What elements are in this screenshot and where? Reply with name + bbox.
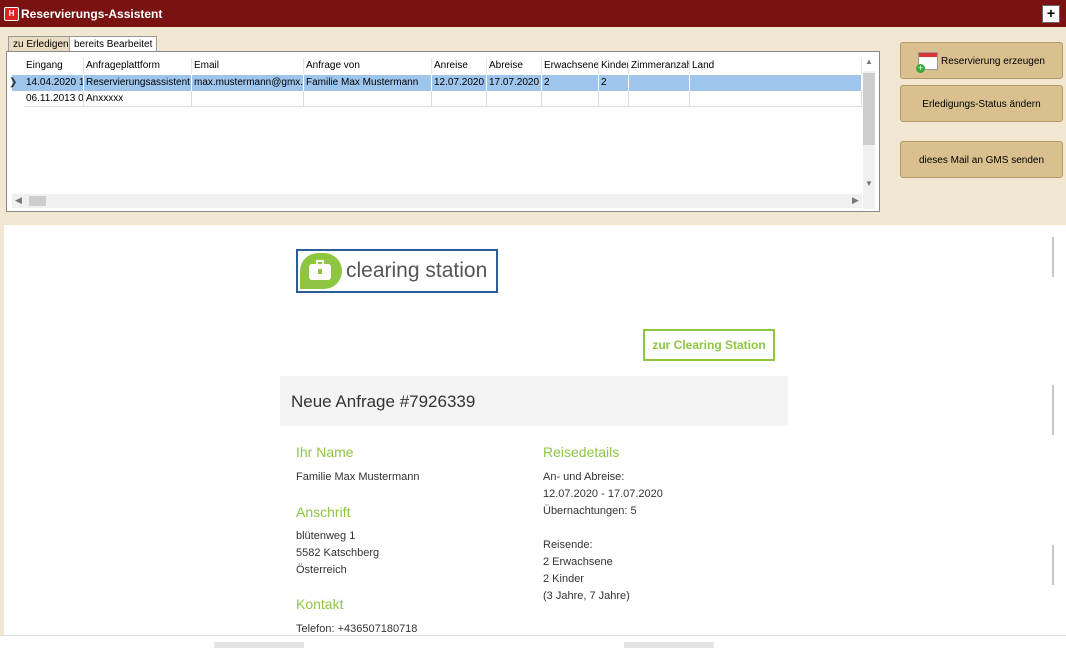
briefcase-icon [309,260,331,280]
app-logo-icon: H [4,7,19,21]
name-value: Familie Max Mustermann [296,471,420,483]
logo-text: clearing station [346,259,488,282]
tab-bereits-bearbeitet[interactable]: bereits Bearbeitet [69,36,158,52]
table-row[interactable]: 06.11.2013 05 Anxxxxx [12,91,862,107]
scrollbar-track-mark [1052,545,1054,585]
cell-abreise [487,91,542,107]
cell-kinder: 2 [599,75,629,91]
address-line: Österreich [296,564,347,576]
create-reservation-button[interactable]: Reservierung erzeugen [900,42,1063,79]
grid-header-row: Eingang Anfrageplattform Email Anfrage v… [12,58,862,74]
cell-anreise [432,91,487,107]
request-grid: Eingang Anfrageplattform Email Anfrage v… [9,58,862,194]
address-heading: Anschrift [296,504,351,520]
create-reservation-label: Reservierung erzeugen [941,56,1045,67]
col-header-eingang[interactable]: Eingang [24,58,84,74]
scroll-up-icon[interactable]: ▲ [865,57,873,66]
cell-eingang: 06.11.2013 05 [24,91,84,107]
travel-heading: Reisedetails [543,444,620,460]
name-heading: Ihr Name [296,444,354,460]
table-row[interactable]: ❯ 14.04.2020 10 Reservierungsassistent m… [9,75,862,91]
travel-line: Reisende: [543,539,593,551]
plus-icon[interactable]: + [1042,5,1060,23]
cell-erwachsene: 2 [542,75,599,91]
cell-zimmeranzahl [629,91,690,107]
cell-anfrage-von: Familie Max Mustermann [304,75,432,91]
scrollbar-track-mark [624,642,714,648]
col-header-anfrage-von[interactable]: Anfrage von [304,58,432,74]
col-header-land[interactable]: Land [690,58,862,74]
cell-abreise: 17.07.2020 [487,75,542,91]
grid-vertical-scrollbar[interactable]: ▲ ▼ [863,57,875,209]
clearing-station-link[interactable]: zur Clearing Station [643,329,775,361]
email-vertical-scrollbar[interactable] [1040,225,1066,635]
calendar-add-icon [916,52,939,74]
grid-horizontal-scrollbar[interactable]: ◀ ▶ [12,194,862,208]
cell-zimmeranzahl [629,75,690,91]
title-bar: H Reservierungs-Assistent + [0,0,1066,27]
cell-anfrageplattform: Anxxxxx [84,91,192,107]
col-header-kinder[interactable]: Kinder [599,58,629,74]
cell-email [192,91,304,107]
col-header-zimmeranzahl[interactable]: Zimmeranzahl [629,58,690,74]
scrollbar-track-mark [214,642,304,648]
window-title: Reservierungs-Assistent [21,7,163,21]
col-header-anreise[interactable]: Anreise [432,58,487,74]
cell-anreise: 12.07.2020 [432,75,487,91]
col-header-erwachsene[interactable]: Erwachsene [542,58,599,74]
cell-erwachsene [542,91,599,107]
cell-anfrage-von [304,91,432,107]
travel-line: (3 Jahre, 7 Jahre) [543,590,630,602]
col-header-abreise[interactable]: Abreise [487,58,542,74]
grid-horizontal-scroll-thumb[interactable] [29,196,46,206]
col-header-email[interactable]: Email [192,58,304,74]
email-horizontal-scrollbar[interactable] [0,635,1066,648]
request-grid-panel: Eingang Anfrageplattform Email Anfrage v… [6,51,880,212]
cell-land [690,91,862,107]
clearing-station-logo: clearing station [296,249,498,293]
send-mail-gms-button[interactable]: dieses Mail an GMS senden [900,141,1063,178]
col-header-anfrageplattform[interactable]: Anfrageplattform [84,58,192,74]
grid-vertical-scroll-thumb[interactable] [863,73,875,145]
cell-email: max.mustermann@gmx.at [192,75,304,91]
contact-heading: Kontakt [296,596,344,612]
travel-line: 2 Kinder [543,573,584,585]
scrollbar-track-mark [1052,237,1054,277]
address-line: 5582 Katschberg [296,547,380,559]
cell-kinder [599,91,629,107]
travel-line: An- und Abreise: [543,471,625,483]
cell-eingang: 14.04.2020 10 [24,75,84,91]
cell-anfrageplattform: Reservierungsassistent [84,75,192,91]
travel-line: 12.07.2020 - 17.07.2020 [543,488,663,500]
scroll-left-icon[interactable]: ◀ [15,195,22,206]
address-line: blütenweg 1 [296,530,356,542]
travel-line: Übernachtungen: 5 [543,505,637,517]
email-preview: clearing station zur Clearing Station Ne… [4,225,1040,635]
scrollbar-track-mark [1052,385,1054,435]
change-status-button[interactable]: Erledigungs-Status ändern [900,85,1063,122]
travel-line: 2 Erwachsene [543,556,613,568]
logo-mark [300,253,342,289]
scroll-right-icon[interactable]: ▶ [852,195,859,206]
scroll-down-icon[interactable]: ▼ [865,179,873,188]
cell-land [690,75,862,91]
tab-zu-erledigen[interactable]: zu Erledigen [8,36,74,52]
anfrage-title: Neue Anfrage #7926339 [291,392,476,411]
anfrage-header: Neue Anfrage #7926339 [280,376,788,426]
row-pointer-icon: ❯ [9,77,18,88]
